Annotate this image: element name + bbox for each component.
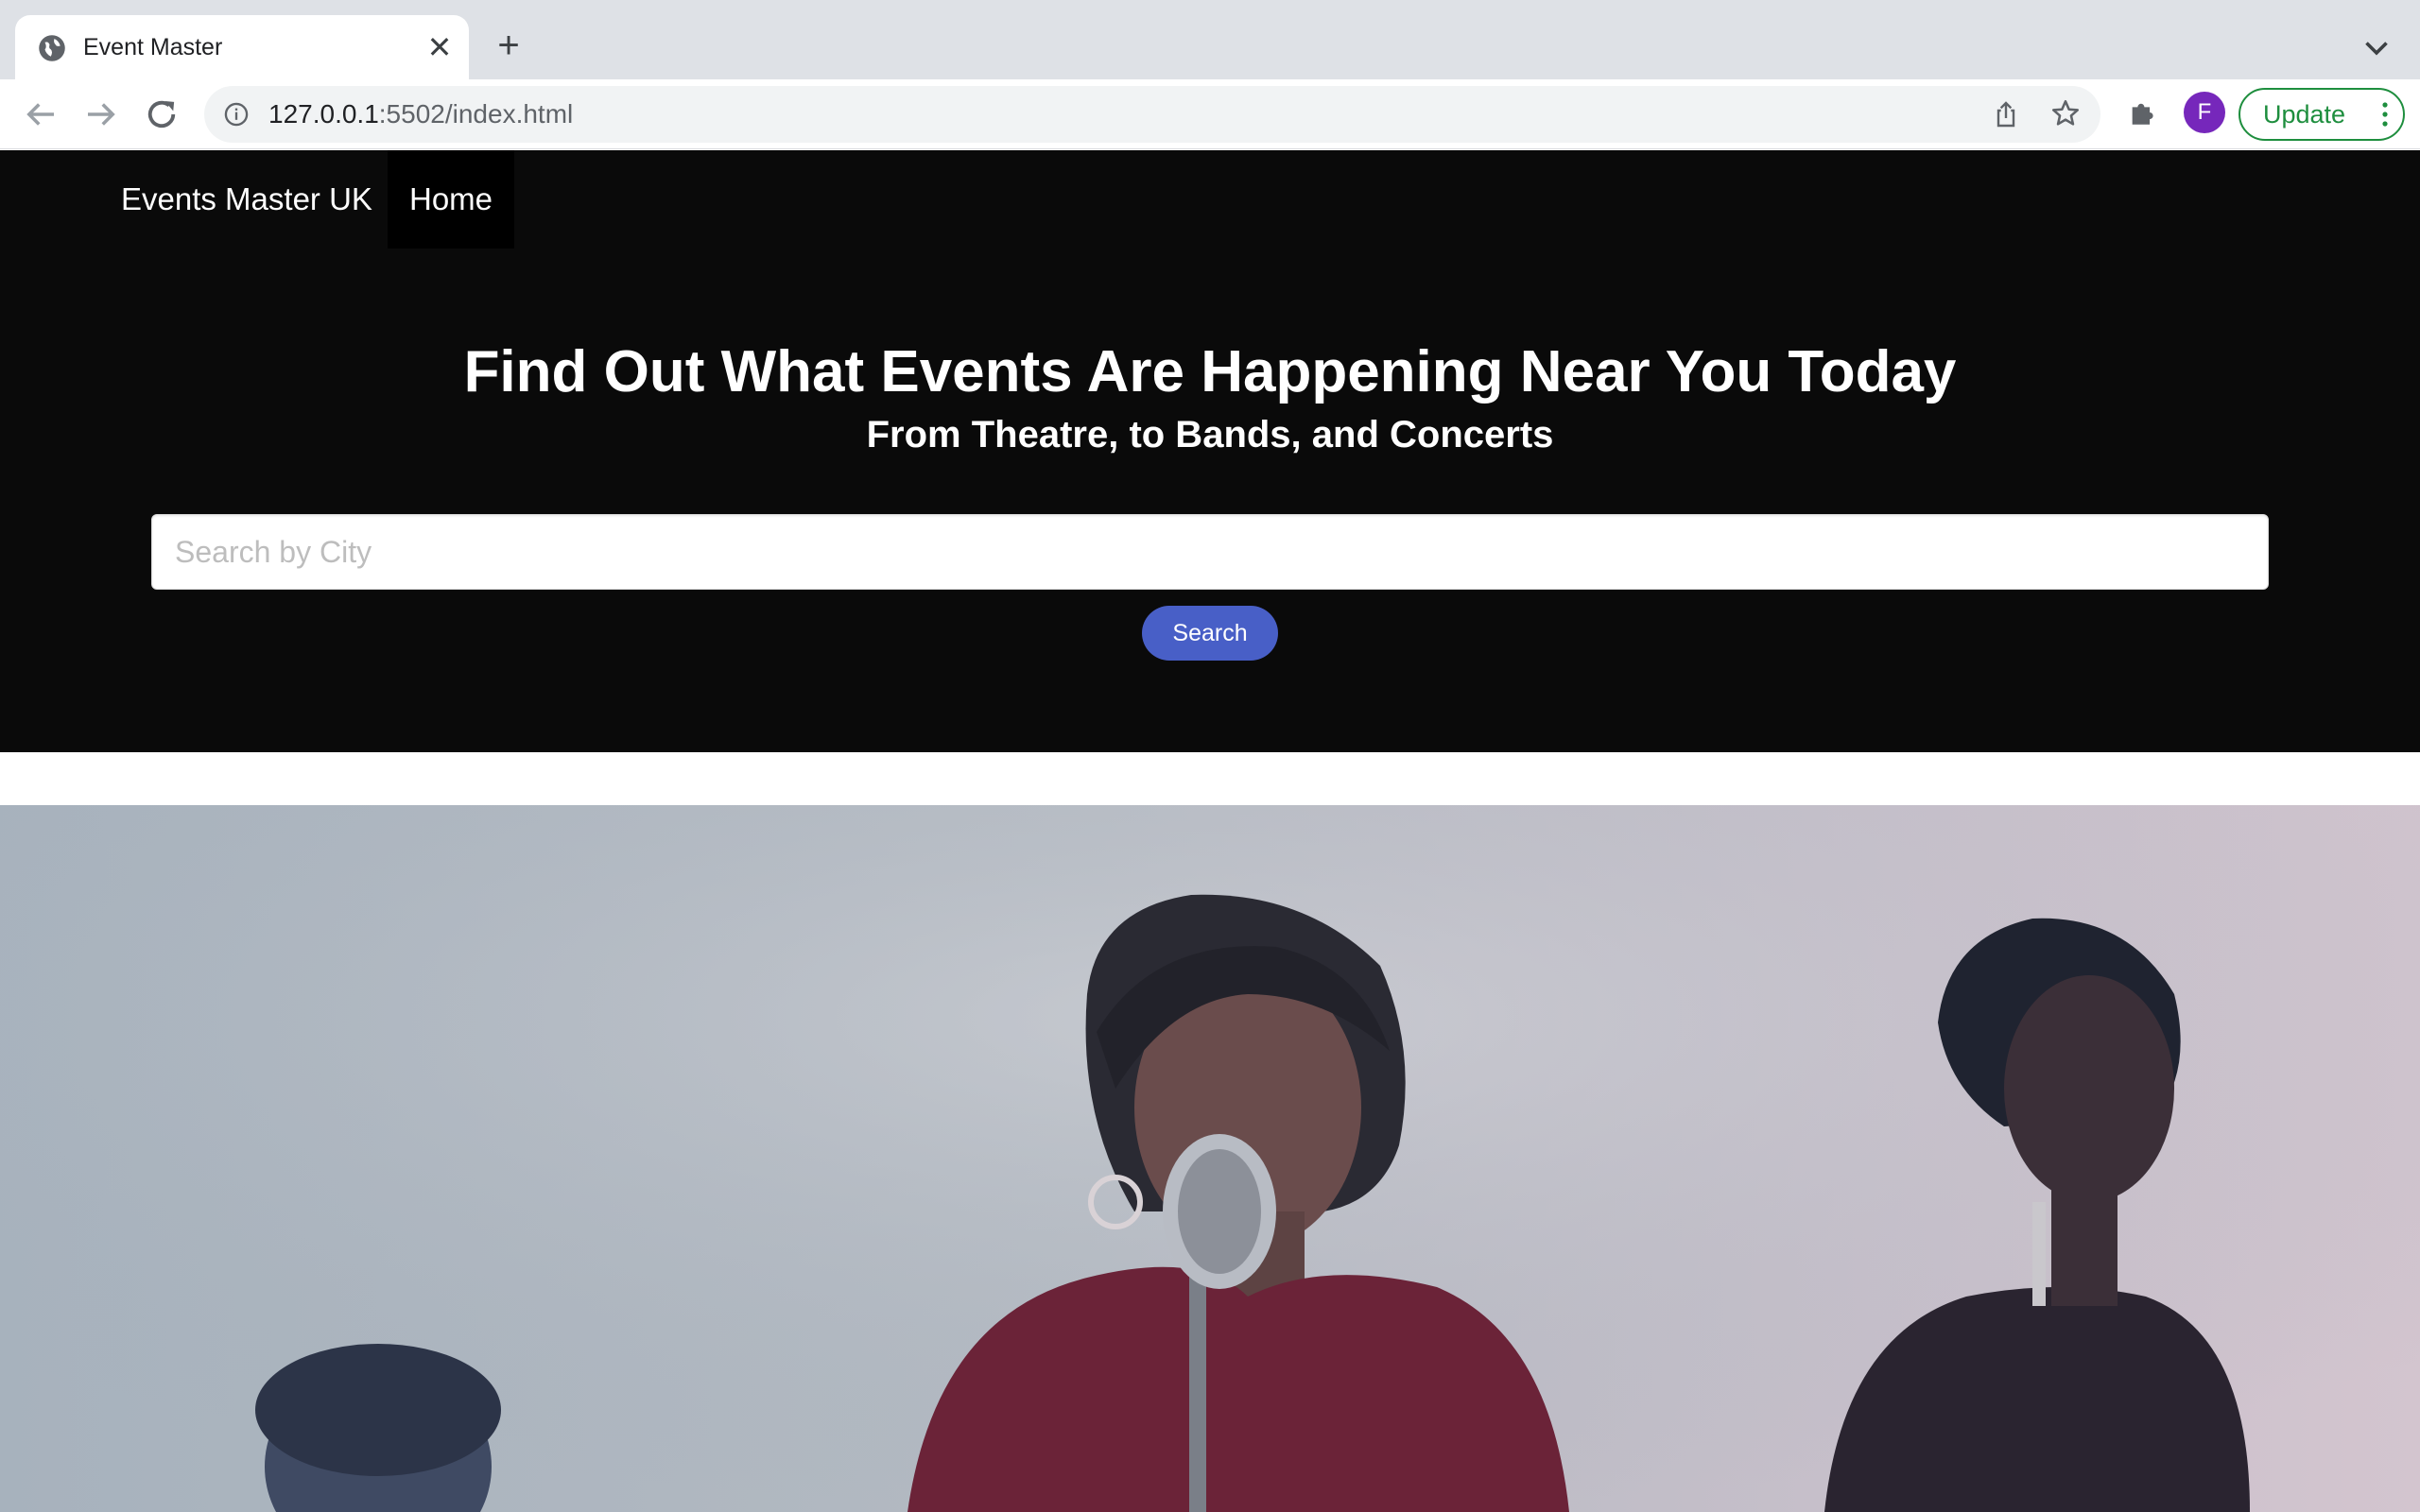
globe-icon <box>39 35 65 61</box>
close-icon[interactable]: ✕ <box>424 31 456 63</box>
page-title: Find Out What Events Are Happening Near … <box>463 339 1957 404</box>
search-input[interactable] <box>151 514 2269 590</box>
back-arrow-icon[interactable] <box>21 94 60 134</box>
chevron-down-icon[interactable] <box>2360 30 2394 64</box>
avatar[interactable]: F <box>2184 92 2225 133</box>
forward-arrow-icon[interactable] <box>81 94 121 134</box>
address-bar[interactable]: 127.0.0.1:5502/index.html <box>204 86 2100 143</box>
url-path: :5502/index.html <box>378 99 574 129</box>
hero-photo <box>0 805 2420 1512</box>
singers-image <box>0 805 2420 1512</box>
update-button[interactable]: Update <box>2238 88 2405 141</box>
more-vert-icon[interactable] <box>2382 101 2388 128</box>
hero-section: Events Master UK Home Find Out What Even… <box>0 150 2420 752</box>
browser-tab[interactable]: Event Master ✕ <box>15 15 469 79</box>
browser-tabstrip: Event Master ✕ + <box>0 0 2420 79</box>
plus-icon[interactable]: + <box>490 26 527 64</box>
url-text: 127.0.0.1:5502/index.html <box>268 86 573 143</box>
search-button[interactable]: Search <box>1142 606 1278 661</box>
star-icon[interactable] <box>2049 97 2082 129</box>
reload-icon[interactable] <box>142 94 182 134</box>
url-host: 127.0.0.1 <box>268 99 379 129</box>
nav-item-home[interactable]: Home <box>388 150 514 249</box>
page-viewport: Events Master UK Home Find Out What Even… <box>0 150 2420 1512</box>
browser-toolbar: 127.0.0.1:5502/index.html <box>0 79 2420 149</box>
tab-title: Event Master <box>83 34 223 60</box>
navbar: Events Master UK Home <box>0 150 2420 249</box>
update-label: Update <box>2263 100 2346 129</box>
info-icon[interactable] <box>223 101 250 128</box>
brand-link[interactable]: Events Master UK <box>121 150 372 249</box>
page-subtitle: From Theatre, to Bands, and Concerts <box>866 414 1554 455</box>
puzzle-icon[interactable] <box>2127 96 2159 129</box>
share-icon[interactable] <box>1991 99 2021 129</box>
